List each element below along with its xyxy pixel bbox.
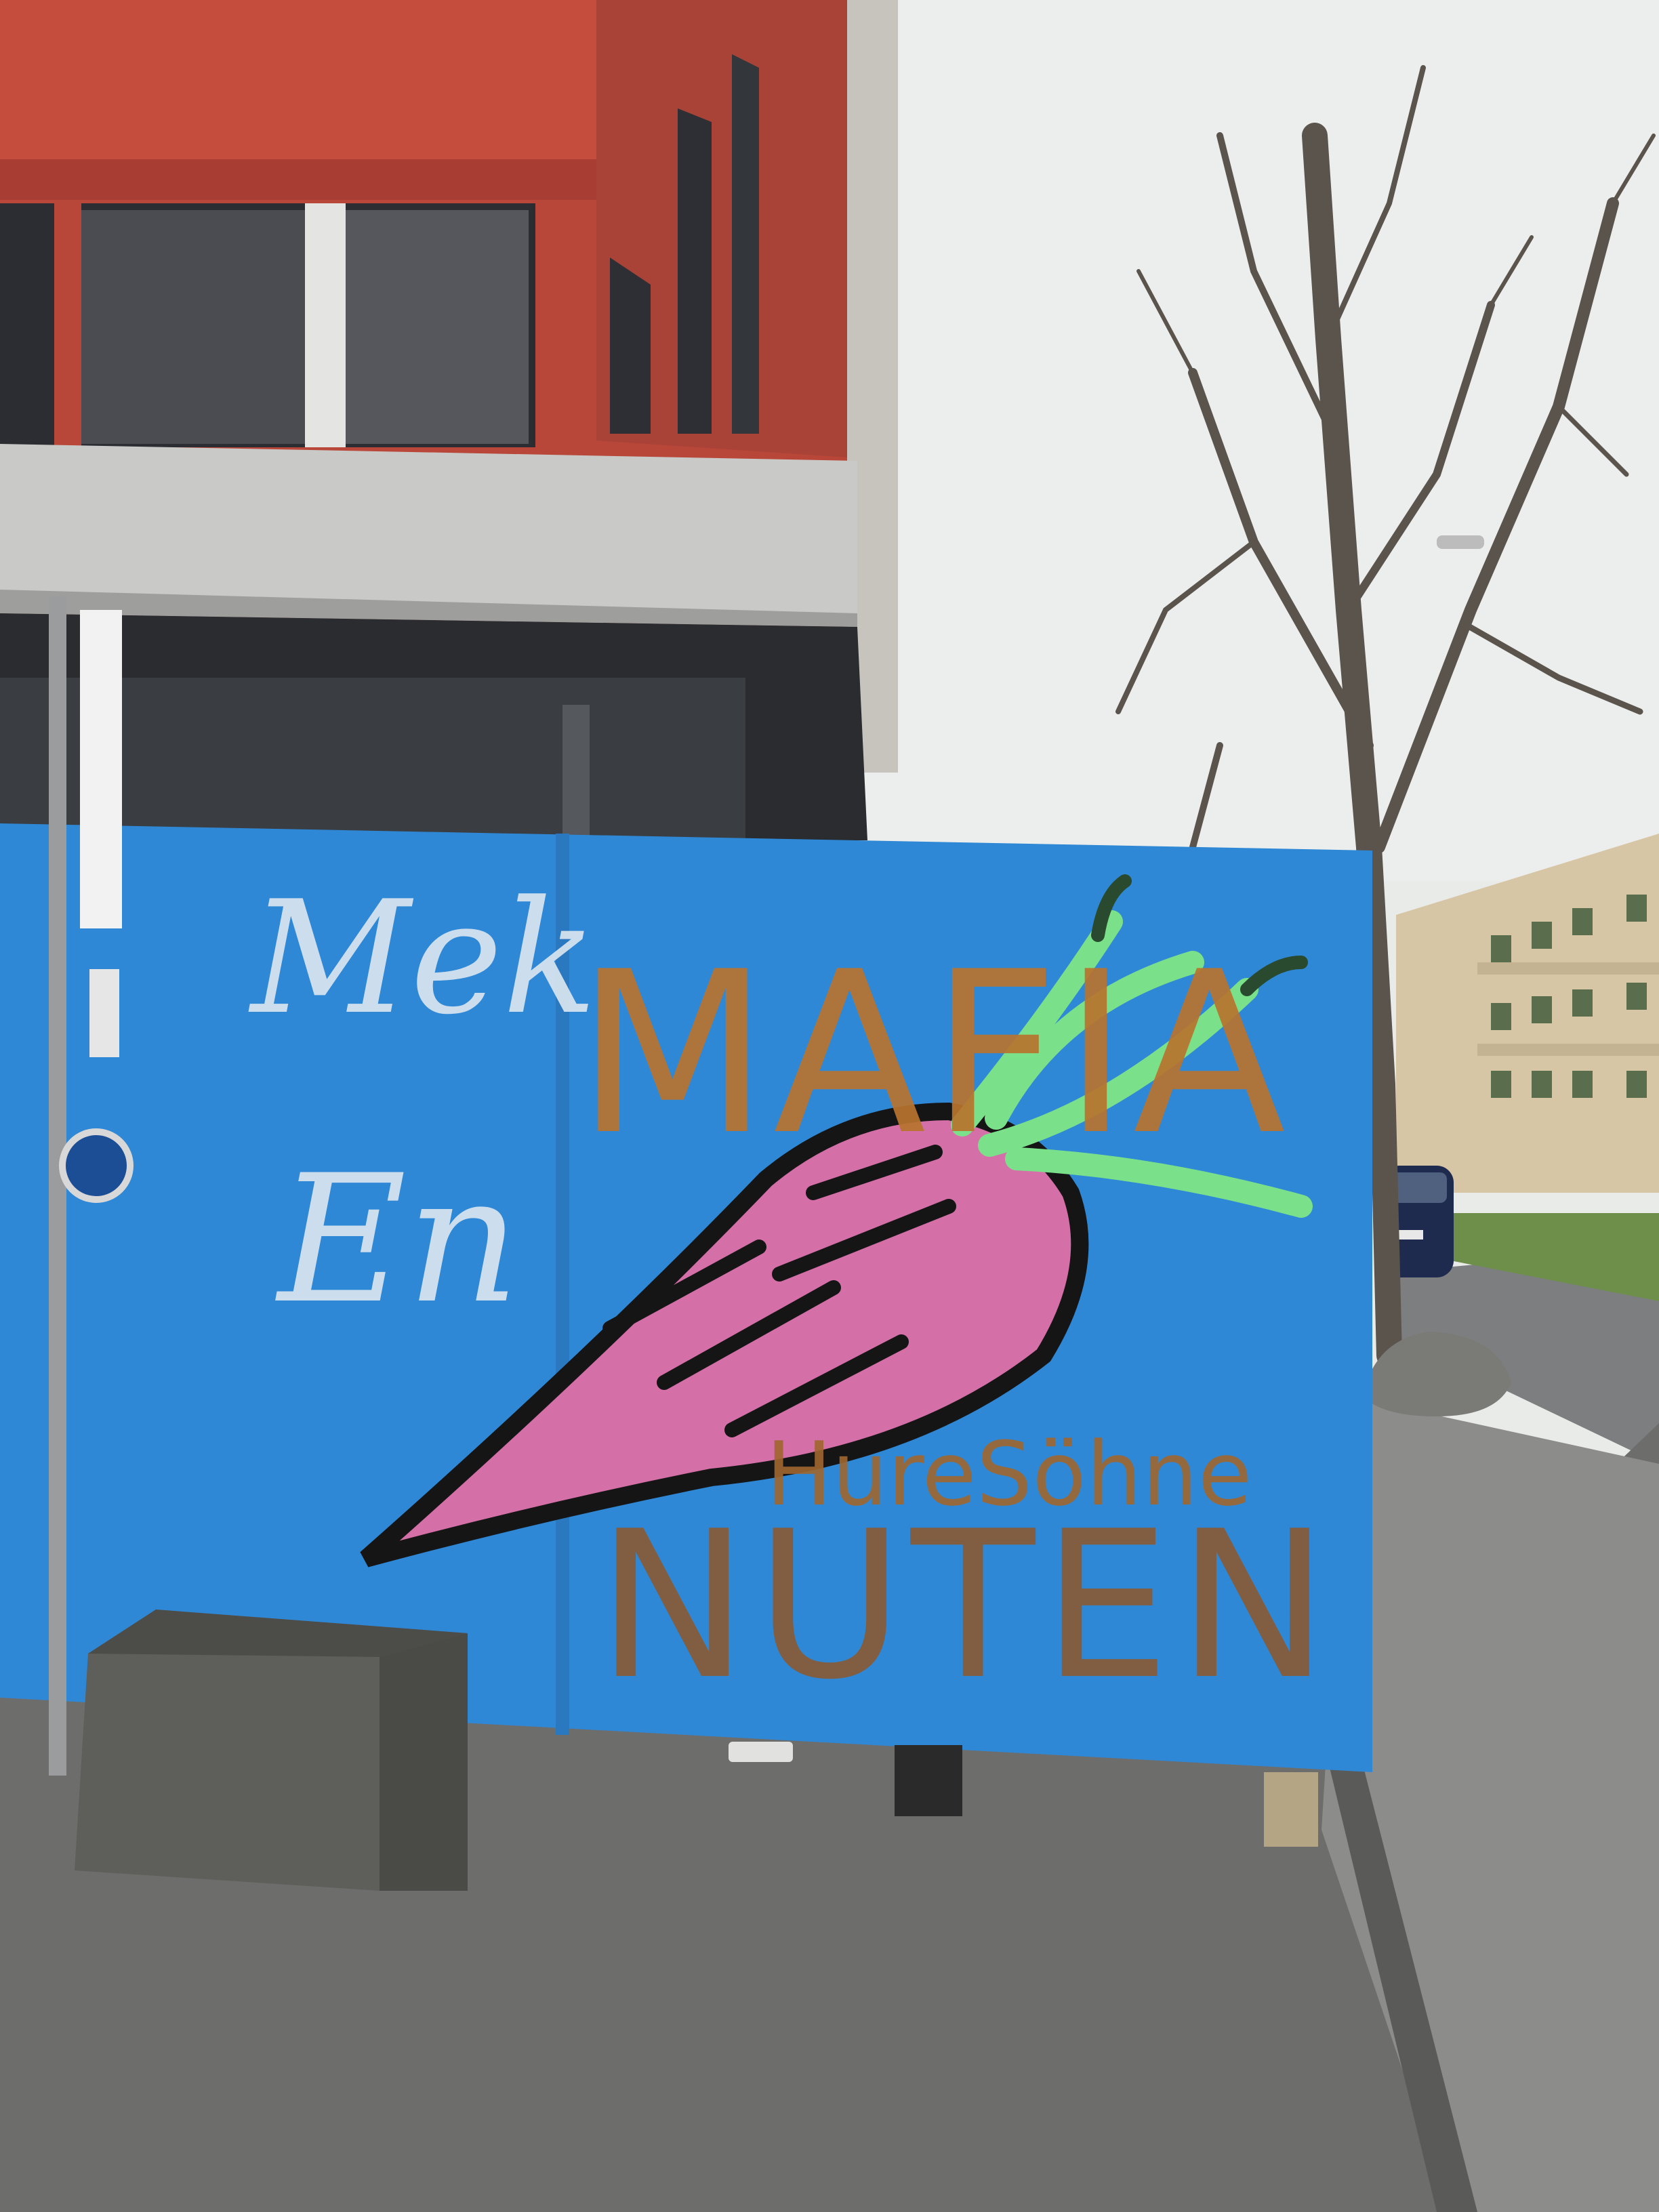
street-lamp [1437,535,1484,549]
litter [729,1742,793,1762]
red-office-building [0,0,898,840]
apartment-buildings [1396,834,1659,1193]
concrete-block [75,1610,468,1891]
graffiti-word-nuten: NUTEN [596,1488,1336,1724]
graffiti-tag-mek: Mek [251,868,597,1049]
graffiti-word-mafia: MAFIA [576,924,1290,1184]
graffiti-tag-en: En [278,1138,520,1343]
